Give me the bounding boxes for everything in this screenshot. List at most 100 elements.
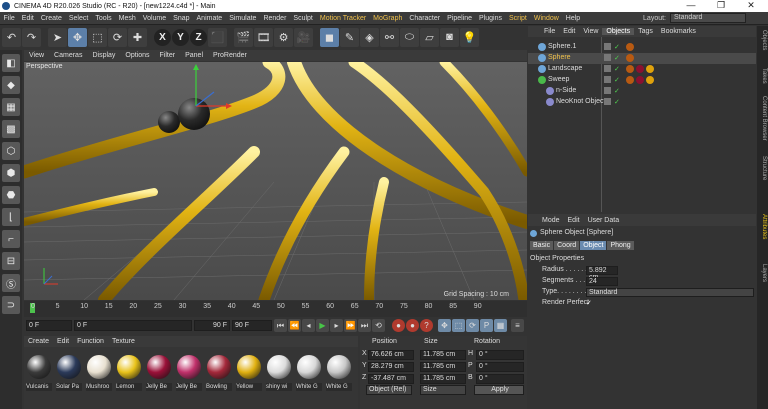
solo-icon[interactable]: Ⓢ [2,274,20,292]
cube-primitive-icon[interactable]: ◼ [320,27,339,47]
menu-simulate[interactable]: Simulate [226,15,260,22]
object-menu-file[interactable]: File [540,28,559,35]
add-object-icon[interactable]: ✚ [128,27,147,47]
object-row[interactable]: Sphere.1 ✓ [528,42,756,53]
select-arrow-icon[interactable]: ➤ [48,27,67,47]
record-position-icon[interactable]: ✥ [438,319,451,332]
end-frame-field[interactable]: 90 F [232,320,272,331]
redo-icon[interactable]: ↷ [22,27,41,47]
subdivision-surface-icon[interactable]: ◈ [360,27,379,47]
viewport-menu-panel[interactable]: Panel [180,52,208,59]
material-tag-icon[interactable] [626,76,634,84]
autokeying-icon[interactable]: ● [406,319,419,332]
object-name-label[interactable]: NeoKnot Object [556,98,605,105]
magnet-icon[interactable]: ⊃ [2,296,20,314]
material-swatch[interactable]: Jelly Be [146,355,172,395]
viewport-menu-display[interactable]: Display [87,52,120,59]
attribute-tab-object[interactable]: Object [580,241,607,250]
apply-button[interactable]: Apply [474,385,524,395]
rotation-p-field[interactable]: 0 ° [476,362,524,372]
record-point-level-icon[interactable]: ▦ [494,319,507,332]
menu-volume[interactable]: Volume [139,15,169,22]
material-swatch[interactable]: shiny wi [266,355,292,395]
axis-mode-icon[interactable]: ⌊ [2,208,20,226]
enable-check-icon[interactable]: ✓ [614,54,620,62]
object-name-label[interactable]: n-Side [556,87,576,94]
loop-icon[interactable]: ⟲ [372,319,385,332]
menu-mesh[interactable]: Mesh [115,15,139,22]
preview-end-field[interactable]: 90 F [194,320,230,331]
record-rotation-icon[interactable]: ⟳ [466,319,479,332]
material-swatch[interactable]: White G [296,355,322,395]
render-view-icon[interactable]: 🎬 [234,27,253,47]
preview-range-slider[interactable]: 0 F [74,320,192,331]
layout-dropdown[interactable]: Standard [670,13,746,23]
material-tag-icon[interactable] [646,76,654,84]
side-tab-structure[interactable]: Structure [758,156,767,180]
keyframe-selection-icon[interactable]: ? [420,319,433,332]
edges-mode-icon[interactable]: ⬢ [2,164,20,182]
go-to-start-icon[interactable]: ⏮ [274,319,287,332]
sphere-1-object[interactable] [158,111,180,133]
render-queue-icon[interactable]: 🎥 [294,27,313,47]
attribute-menu-user-data[interactable]: User Data [584,217,624,224]
material-tag-icon[interactable] [626,43,634,51]
sphere-object[interactable] [178,98,210,130]
material-swatch[interactable]: Lemon [116,355,142,395]
viewport-menu-view[interactable]: View [24,52,49,59]
record-active-objects-icon[interactable]: ● [392,319,405,332]
material-swatch[interactable]: White G [326,355,352,395]
y-axis-lock-button[interactable]: Y [172,28,189,46]
menu-motion-tracker[interactable]: Motion Tracker [316,15,369,22]
material-tag-icon[interactable] [636,76,644,84]
object-row[interactable]: Sweep ✓ [528,75,756,86]
menu-snap[interactable]: Snap [170,15,193,22]
side-tab-takes[interactable]: Takes [758,68,767,84]
enable-check-icon[interactable]: ✓ [614,65,620,73]
object-name-label[interactable]: Sphere.1 [548,43,576,50]
material-swatch[interactable]: Vulcanis [26,355,52,395]
object-menu-tags[interactable]: Tags [634,28,657,35]
object-name-label[interactable]: Sweep [548,76,569,83]
menu-select[interactable]: Select [65,15,91,22]
model-mode-icon[interactable]: ◆ [2,76,20,94]
pen-spline-icon[interactable]: ✎ [340,27,359,47]
x-axis-lock-button[interactable]: X [154,28,171,46]
material-menu-texture[interactable]: Texture [108,338,139,345]
material-tag-icon[interactable] [626,54,634,62]
timeline-ruler[interactable]: 0 5 10 15 20 25 30 35 40 45 50 55 60 65 70 75 80 85 90 [24,301,527,317]
z-axis-lock-button[interactable]: Z [190,28,207,46]
go-to-end-icon[interactable]: ⏭ [358,319,371,332]
close-button[interactable]: ✕ [736,0,766,12]
viewport-menu-prorender[interactable]: ProRender [208,52,252,59]
object-menu-objects[interactable]: Objects [602,28,635,35]
size-mode-dropdown[interactable]: Size [420,385,466,395]
side-tab-attributes[interactable]: Attributes [758,214,767,239]
attribute-menu-mode[interactable]: Mode [538,217,564,224]
visibility-toggle[interactable] [604,98,611,105]
deformer-icon[interactable]: ⬭ [400,27,419,47]
previous-frame-icon[interactable]: ◂ [302,319,315,332]
coord-mode-dropdown[interactable]: Object (Rel) [366,385,412,395]
object-menu-view[interactable]: View [579,28,602,35]
material-tag-icon[interactable] [636,65,644,73]
play-icon[interactable]: ▶ [316,319,329,332]
menu-edit[interactable]: Edit [18,15,37,22]
record-scale-icon[interactable]: ⬚ [452,319,465,332]
visibility-toggle[interactable] [604,43,611,50]
size-y-field[interactable]: 11.785 cm [420,362,466,372]
polygons-mode-icon[interactable]: ⬣ [2,186,20,204]
menu-help[interactable]: Help [562,15,583,22]
material-menu-edit[interactable]: Edit [53,338,73,345]
object-row[interactable]: Sphere ✓ [528,53,756,64]
viewport-scene[interactable] [24,62,527,300]
tweak-mode-icon[interactable]: ⌐ [2,230,20,248]
rotation-b-field[interactable]: 0 ° [476,374,524,384]
material-swatch[interactable]: Yellow [236,355,262,395]
make-editable-icon[interactable]: ◧ [2,54,20,72]
menu-mograph[interactable]: MoGraph [370,15,406,22]
material-swatch[interactable]: Bowling [206,355,232,395]
object-row[interactable]: Landscape ✓ [528,64,756,75]
type-dropdown[interactable]: Standard [586,288,754,297]
record-parameter-icon[interactable]: P [480,319,493,332]
